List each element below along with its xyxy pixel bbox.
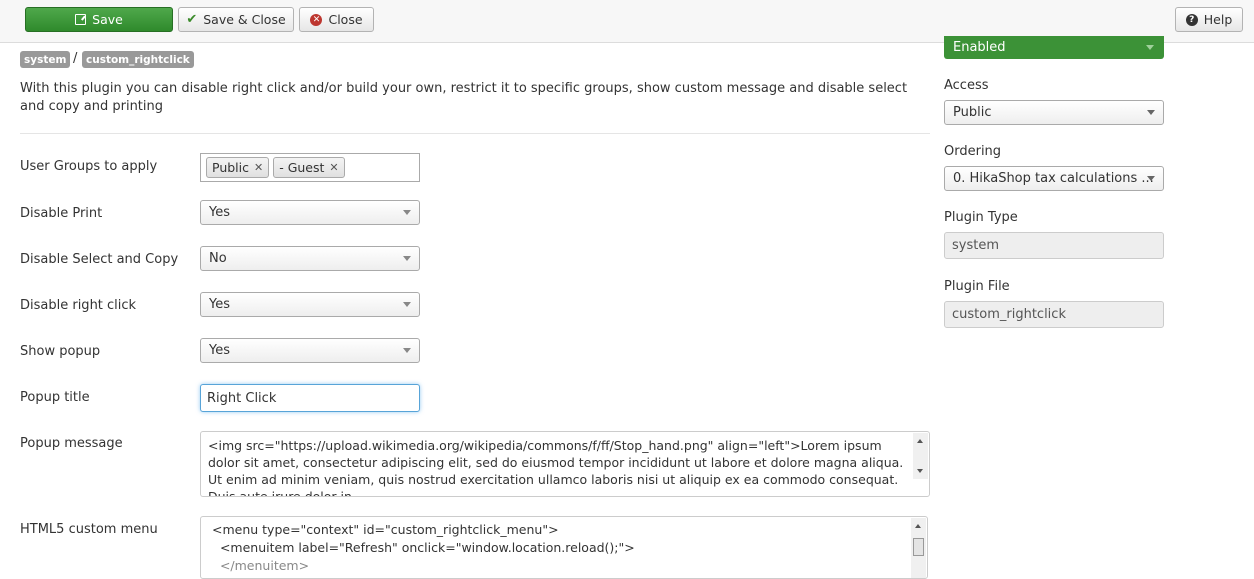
dropdown-arrow-icon: [403, 302, 411, 307]
show-popup-label: Show popup: [20, 344, 101, 359]
dropdown-arrow-icon: [403, 348, 411, 353]
plugin-type-value: system: [952, 238, 999, 253]
close-label: Close: [328, 12, 363, 27]
plugin-type-field: system: [944, 232, 1164, 259]
tag-label: Public: [212, 160, 249, 175]
dropdown-arrow-icon: [1146, 45, 1154, 50]
help-icon: ?: [1185, 13, 1198, 26]
show-popup-select[interactable]: Yes: [200, 338, 420, 363]
save-button[interactable]: Save: [25, 7, 173, 32]
tag-guest: - Guest ✕: [273, 157, 345, 178]
disable-right-click-label: Disable right click: [20, 298, 137, 313]
save-icon: [75, 14, 87, 25]
popup-message-value: <img src="https://upload.wikimedia.org/w…: [208, 438, 904, 497]
plugin-file-label: Plugin File: [944, 279, 1010, 294]
save-close-label: Save & Close: [203, 12, 286, 27]
access-value: Public: [953, 105, 992, 120]
help-button[interactable]: ? Help: [1175, 7, 1243, 32]
disable-print-label: Disable Print: [20, 206, 103, 221]
scroll-thumb[interactable]: [913, 538, 924, 556]
popup-message-scrollbar[interactable]: [913, 433, 928, 479]
user-groups-field[interactable]: Public ✕ - Guest ✕: [200, 153, 420, 182]
plugin-file-field: custom_rightclick: [944, 301, 1164, 328]
ordering-select[interactable]: 0. HikaShop tax calculations ...: [944, 166, 1164, 191]
dropdown-arrow-icon: [403, 256, 411, 261]
ordering-value: 0. HikaShop tax calculations ...: [953, 171, 1154, 186]
disable-print-select[interactable]: Yes: [200, 200, 420, 225]
code-line: <menu type="context" id="custom_rightcli…: [212, 522, 559, 537]
remove-tag-icon[interactable]: ✕: [329, 161, 338, 174]
tag-public: Public ✕: [206, 157, 270, 178]
popup-title-label: Popup title: [20, 390, 90, 405]
tag-label: - Guest: [279, 160, 325, 175]
popup-title-input[interactable]: Right Click: [200, 384, 420, 412]
user-groups-label: User Groups to apply: [20, 159, 158, 174]
disable-right-click-value: Yes: [209, 297, 230, 312]
remove-tag-icon[interactable]: ✕: [254, 161, 263, 174]
save-and-close-button[interactable]: ✔ Save & Close: [178, 7, 294, 32]
dropdown-arrow-icon: [403, 210, 411, 215]
disable-print-value: Yes: [209, 205, 230, 220]
code-line: <menuitem label="Refresh" onclick="windo…: [212, 540, 635, 555]
disable-right-click-select[interactable]: Yes: [200, 292, 420, 317]
divider: [20, 133, 930, 134]
plugin-description: With this plugin you can disable right c…: [20, 81, 908, 114]
scroll-down-icon[interactable]: [917, 469, 923, 473]
access-select[interactable]: Public: [944, 100, 1164, 125]
popup-message-label: Popup message: [20, 436, 123, 451]
code-line: </menuitem>: [212, 558, 310, 573]
show-popup-value: Yes: [209, 343, 230, 358]
save-label: Save: [92, 12, 123, 27]
plugin-file-value: custom_rightclick: [952, 307, 1066, 322]
html5-menu-editor[interactable]: <menu type="context" id="custom_rightcli…: [200, 516, 928, 579]
access-label: Access: [944, 78, 989, 93]
popup-title-value: Right Click: [207, 390, 277, 406]
check-icon: ✔: [186, 12, 198, 27]
disable-select-copy-select[interactable]: No: [200, 246, 420, 271]
scroll-up-icon[interactable]: [915, 524, 921, 528]
popup-message-textarea[interactable]: <img src="https://upload.wikimedia.org/w…: [200, 431, 930, 497]
close-button[interactable]: ✕ Close: [299, 7, 374, 32]
html5-menu-label: HTML5 custom menu: [20, 522, 158, 537]
close-icon: ✕: [310, 13, 323, 26]
disable-select-copy-label: Disable Select and Copy: [20, 252, 179, 267]
status-value: Enabled: [953, 40, 1006, 55]
dropdown-arrow-icon: [1147, 176, 1155, 181]
folder-badge: system: [20, 51, 71, 68]
html5-menu-scrollbar[interactable]: [911, 518, 926, 578]
help-label: Help: [1203, 12, 1233, 27]
disable-select-copy-value: No: [209, 251, 227, 266]
dropdown-arrow-icon: [1147, 110, 1155, 115]
plugin-type-label: Plugin Type: [944, 210, 1018, 225]
ordering-label: Ordering: [944, 144, 1002, 159]
status-select[interactable]: Enabled: [944, 36, 1164, 59]
scroll-up-icon[interactable]: [917, 439, 923, 443]
breadcrumb-separator: /: [73, 51, 78, 66]
element-badge: custom_rightclick: [82, 51, 194, 68]
